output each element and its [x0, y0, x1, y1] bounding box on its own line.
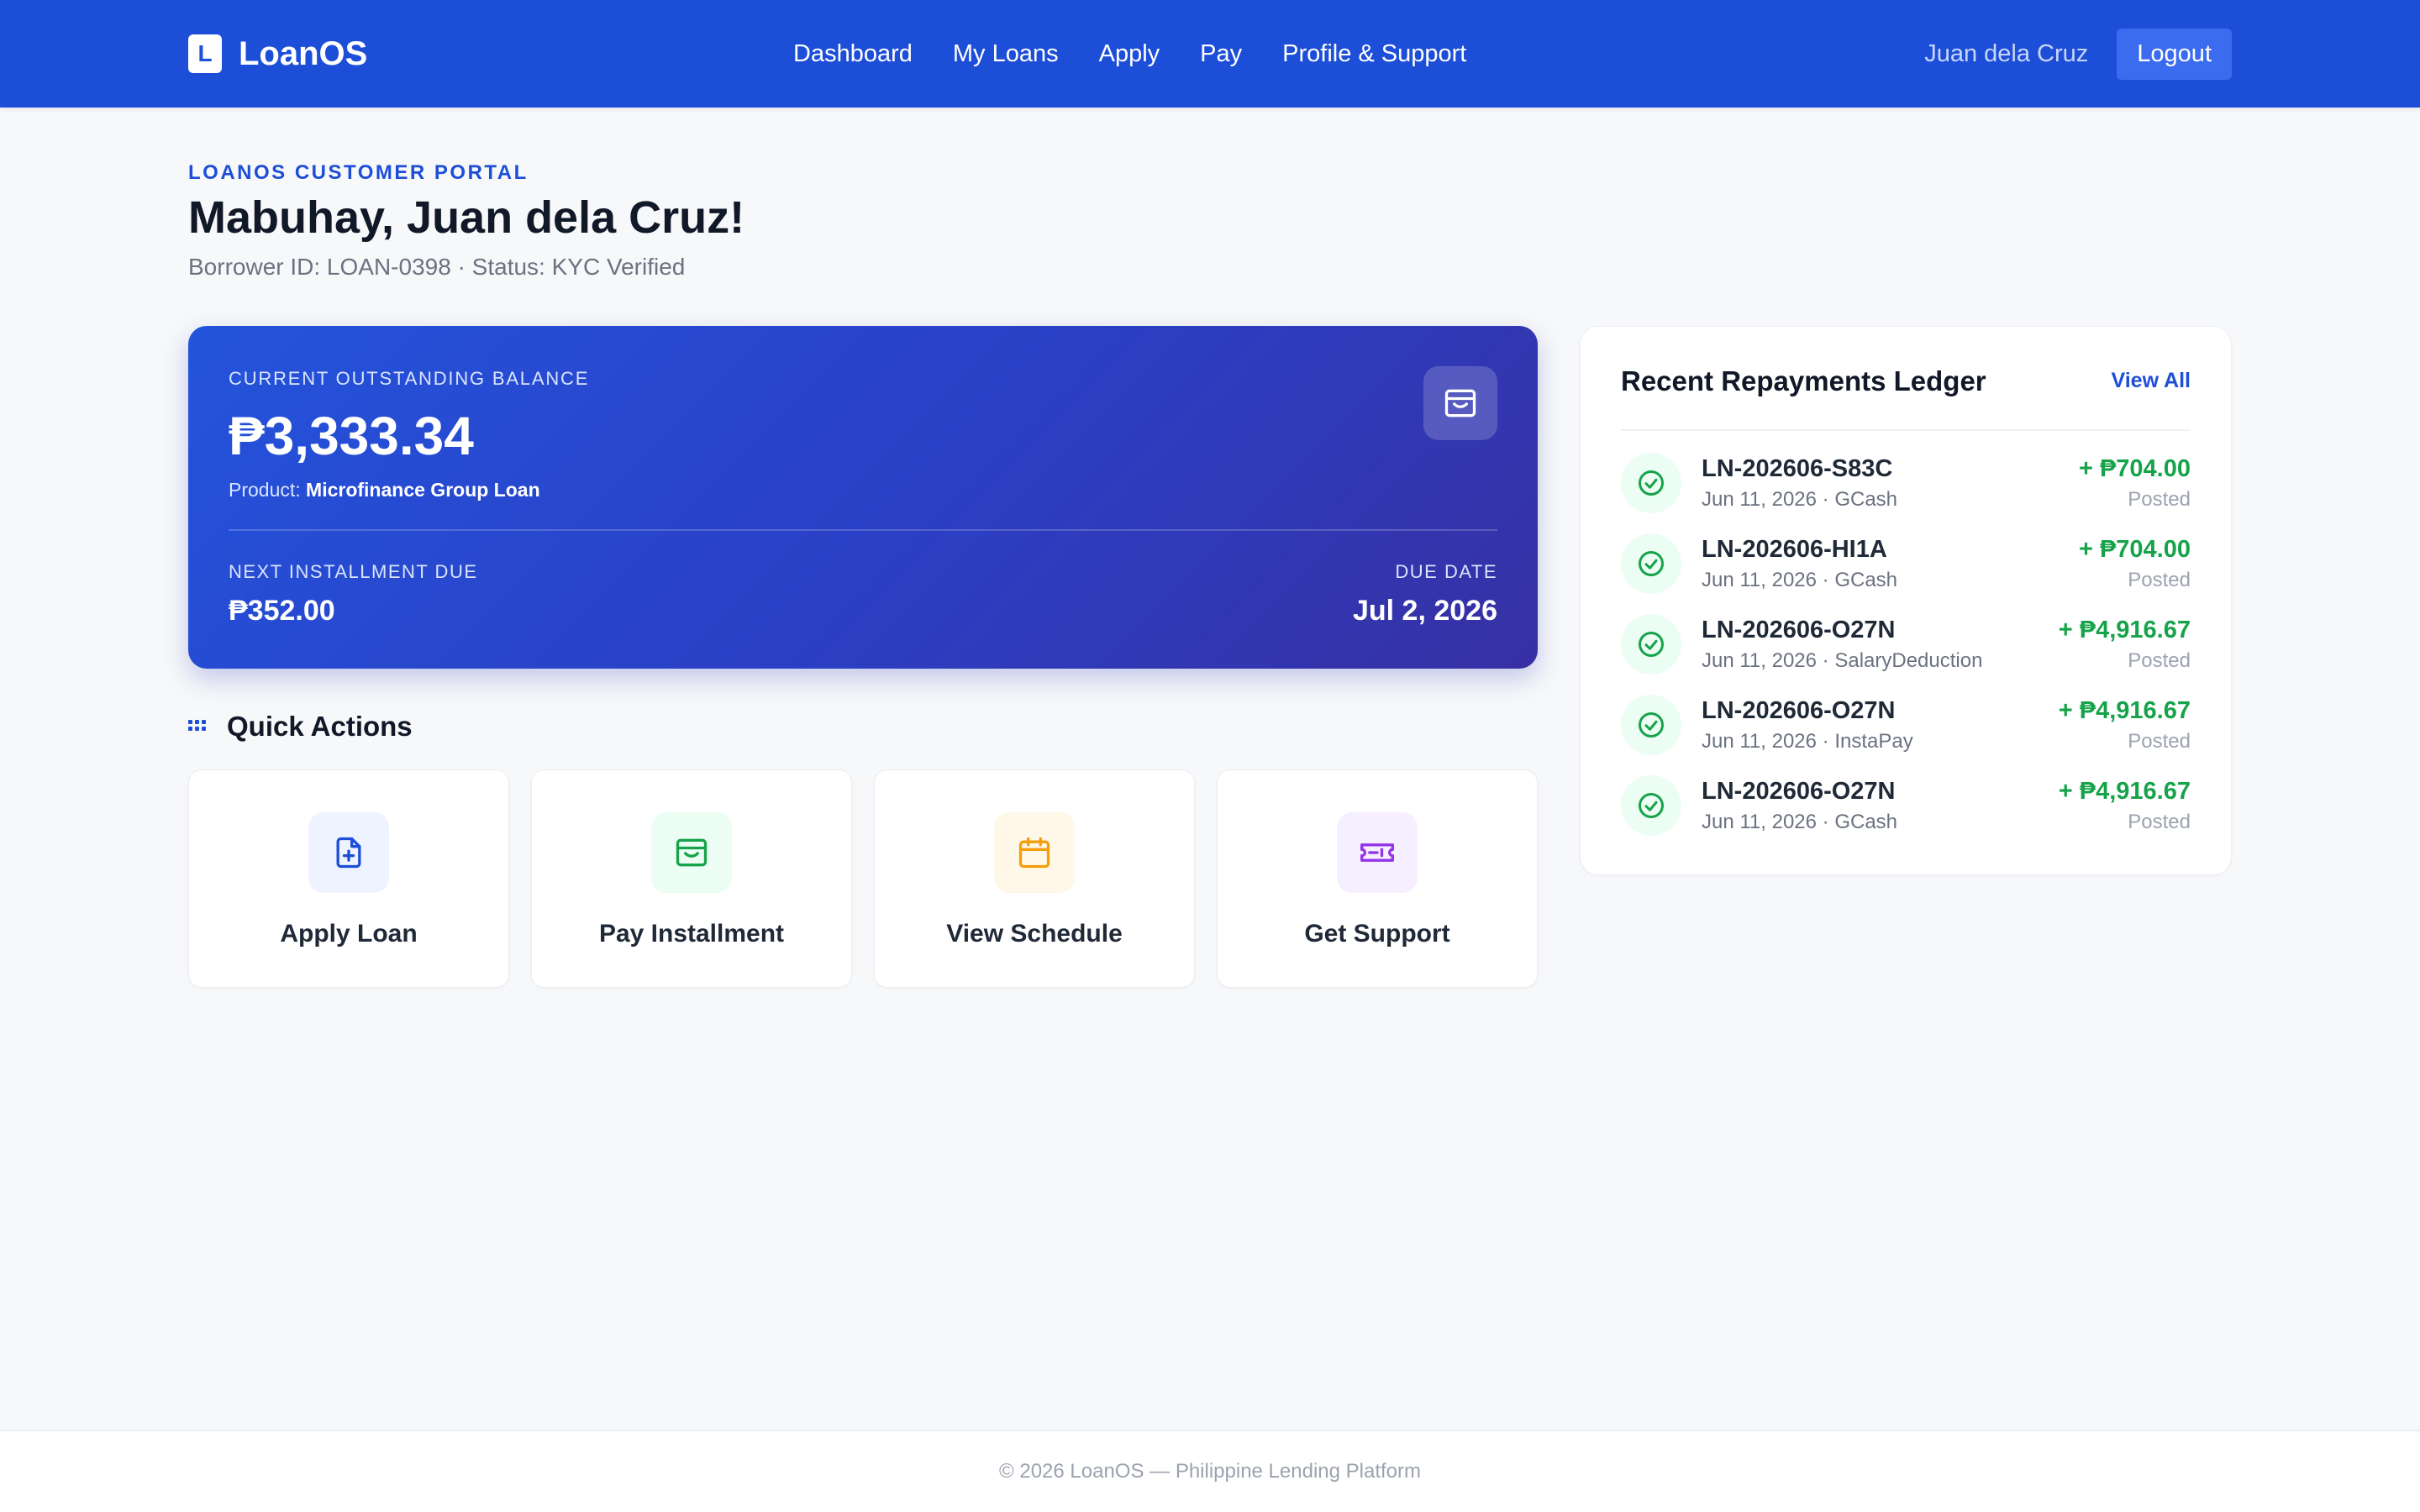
- view-schedule-action[interactable]: View Schedule: [874, 769, 1195, 988]
- nav-apply[interactable]: Apply: [1099, 40, 1160, 68]
- product-prefix: Product:: [229, 479, 307, 501]
- pay-installment-action[interactable]: Pay Installment: [531, 769, 852, 988]
- ledger-status: Posted: [2128, 648, 2191, 672]
- ledger-row-right: + ₱704.00 Posted: [2079, 455, 2191, 512]
- ledger-row-main: LN-202606-O27N Jun 11, 2026 · InstaPay: [1702, 697, 2039, 753]
- ledger-row[interactable]: LN-202606-HI1A Jun 11, 2026 · GCash + ₱7…: [1621, 523, 2191, 604]
- ledger-ref: LN-202606-O27N: [1702, 777, 1896, 805]
- ledger-row-right: + ₱4,916.67 Posted: [2059, 778, 2191, 834]
- ledger-ref: LN-202606-S83C: [1702, 454, 1893, 482]
- repayments-ledger: Recent Repayments Ledger View All LN-202…: [1580, 326, 2232, 875]
- nav-pay[interactable]: Pay: [1200, 40, 1242, 68]
- ledger-amount: + ₱704.00: [2078, 535, 2191, 563]
- ticket-icon: [1337, 812, 1418, 893]
- get-support-action[interactable]: Get Support: [1217, 769, 1538, 988]
- ledger-ref: LN-202606-O27N: [1702, 616, 1896, 643]
- borrower-meta: Borrower ID: LOAN-0398 · Status: KYC Ver…: [188, 254, 686, 280]
- ledger-status: Posted: [2128, 729, 2191, 753]
- ledger-amount: + ₱4,916.67: [2058, 616, 2191, 643]
- ledger-list: LN-202606-S83C Jun 11, 2026 · GCash + ₱7…: [1621, 431, 2191, 846]
- logout-button[interactable]: Logout: [2117, 28, 2232, 80]
- next-installment: NEXT INSTALLMENT DUE ₱352.00: [229, 561, 478, 627]
- ledger-row-main: LN-202606-O27N Jun 11, 2026 · GCash: [1702, 778, 2039, 834]
- brand[interactable]: L LoanOS: [188, 34, 367, 73]
- file-plus-icon: [308, 812, 389, 893]
- main-nav: Dashboard My Loans Apply Pay Profile & S…: [793, 0, 1466, 108]
- check-circle-icon: [1621, 775, 1681, 836]
- quick-actions-grid: Apply Loan Pay Installment View Schedule: [188, 769, 1538, 988]
- brand-name: LoanOS: [239, 34, 368, 72]
- nav-my-loans[interactable]: My Loans: [953, 40, 1059, 68]
- apply-loan-action[interactable]: Apply Loan: [188, 769, 509, 988]
- check-circle-icon: [1621, 614, 1681, 675]
- nav-profile-support[interactable]: Profile & Support: [1282, 40, 1466, 68]
- ledger-amount: + ₱4,916.67: [2058, 696, 2191, 724]
- top-navbar: L LoanOS Dashboard My Loans Apply Pay Pr…: [0, 0, 2420, 108]
- wallet-icon: [651, 812, 732, 893]
- ledger-row-main: LN-202606-HI1A Jun 11, 2026 · GCash: [1702, 536, 2059, 592]
- next-installment-label: NEXT INSTALLMENT DUE: [229, 561, 478, 582]
- calendar-icon: [994, 812, 1075, 893]
- ledger-row[interactable]: LN-202606-S83C Jun 11, 2026 · GCash + ₱7…: [1621, 443, 2191, 523]
- ledger-sub: Jun 11, 2026 · GCash: [1702, 568, 1898, 591]
- ledger-row-right: + ₱704.00 Posted: [2079, 536, 2191, 592]
- ledger-header: Recent Repayments Ledger View All: [1621, 327, 2191, 431]
- balance-divider: [229, 529, 1497, 531]
- ledger-row-right: + ₱4,916.67 Posted: [2059, 617, 2191, 673]
- ledger-row-main: LN-202606-O27N Jun 11, 2026 · SalaryDedu…: [1702, 617, 2039, 673]
- grid-icon: [188, 720, 206, 731]
- due-date-label: DUE DATE: [1395, 561, 1497, 582]
- next-installment-amount: ₱352.00: [229, 595, 335, 627]
- page-title: Mabuhay, Juan dela Cruz!: [188, 192, 745, 243]
- get-support-label: Get Support: [1304, 920, 1450, 948]
- pay-installment-label: Pay Installment: [598, 920, 785, 948]
- apply-loan-label: Apply Loan: [280, 920, 418, 948]
- ledger-amount: + ₱704.00: [2078, 454, 2191, 482]
- footer-text: © 2026 LoanOS — Philippine Lending Platf…: [999, 1460, 1421, 1483]
- due-date-block: DUE DATE Jul 2, 2026: [1353, 561, 1497, 627]
- ledger-sub: Jun 11, 2026 · InstaPay: [1702, 729, 1913, 753]
- ledger-sub: Jun 11, 2026 · GCash: [1702, 810, 1898, 833]
- ledger-row[interactable]: LN-202606-O27N Jun 11, 2026 · SalaryDedu…: [1621, 604, 2191, 685]
- portal-eyebrow: LOANOS CUSTOMER PORTAL: [188, 161, 529, 184]
- ledger-sub: Jun 11, 2026 · SalaryDeduction: [1702, 648, 1983, 672]
- ledger-title: Recent Repayments Ledger: [1621, 365, 1986, 396]
- balance-amount: ₱3,333.34: [229, 406, 474, 466]
- user-area: Juan dela Cruz Logout: [1924, 0, 2232, 108]
- ledger-sub: Jun 11, 2026 · GCash: [1702, 487, 1898, 511]
- ledger-ref: LN-202606-O27N: [1702, 696, 1896, 724]
- ledger-row[interactable]: LN-202606-O27N Jun 11, 2026 · GCash + ₱4…: [1621, 765, 2191, 846]
- due-date-value: Jul 2, 2026: [1352, 595, 1497, 627]
- view-schedule-label: View Schedule: [946, 920, 1123, 948]
- ledger-ref: LN-202606-HI1A: [1702, 535, 1887, 563]
- footer: © 2026 LoanOS — Philippine Lending Platf…: [0, 1430, 2420, 1512]
- ledger-status: Posted: [2128, 810, 2191, 833]
- balance-product: Product: Microfinance Group Loan: [229, 479, 1497, 501]
- wallet-icon: [1423, 366, 1497, 440]
- ledger-status: Posted: [2128, 487, 2191, 511]
- check-circle-icon: [1621, 533, 1681, 594]
- view-all-link[interactable]: View All: [2112, 369, 2191, 393]
- product-name: Microfinance Group Loan: [306, 479, 540, 501]
- balance-label: CURRENT OUTSTANDING BALANCE: [229, 368, 590, 389]
- quick-actions-title: Quick Actions: [227, 711, 413, 742]
- ledger-amount: + ₱4,916.67: [2058, 777, 2191, 805]
- balance-card: CURRENT OUTSTANDING BALANCE ₱3,333.34 Pr…: [188, 326, 1538, 669]
- quick-actions-heading: Quick Actions: [188, 711, 413, 743]
- brand-logo: L: [188, 34, 222, 73]
- nav-dashboard[interactable]: Dashboard: [793, 40, 913, 68]
- check-circle-icon: [1621, 695, 1681, 755]
- ledger-status: Posted: [2128, 568, 2191, 591]
- user-name: Juan dela Cruz: [1924, 39, 2089, 67]
- check-circle-icon: [1621, 453, 1681, 513]
- ledger-row-right: + ₱4,916.67 Posted: [2059, 697, 2191, 753]
- ledger-row-main: LN-202606-S83C Jun 11, 2026 · GCash: [1702, 455, 2059, 512]
- ledger-row[interactable]: LN-202606-O27N Jun 11, 2026 · InstaPay +…: [1621, 685, 2191, 765]
